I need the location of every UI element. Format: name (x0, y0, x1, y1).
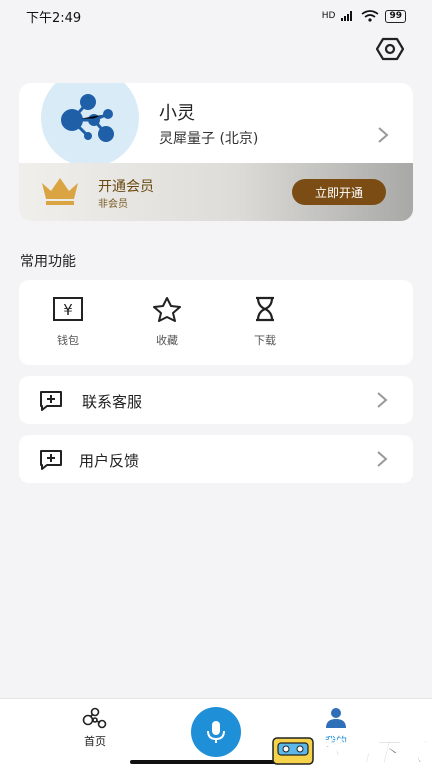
contact-support-item[interactable]: 联系客服 (19, 376, 413, 424)
star-icon (153, 297, 181, 322)
feedback-item[interactable]: 用户反馈 (19, 435, 413, 483)
vip-title: 开通会员 (98, 179, 154, 195)
favorites-label: 收藏 (156, 334, 178, 347)
download-label: 下载 (254, 334, 276, 347)
favorites-button[interactable]: 收藏 (137, 296, 197, 348)
chat-plus-icon (40, 391, 62, 411)
microphone-icon (207, 721, 225, 743)
svg-text:¥: ¥ (63, 301, 73, 319)
hourglass-icon (256, 296, 274, 322)
avatar (41, 83, 139, 167)
settings-hexagon-icon (376, 37, 404, 61)
crown-icon (42, 178, 78, 205)
wallet-icon: ¥ (53, 297, 83, 321)
profile-name: 小灵 (159, 103, 195, 124)
contact-support-label: 联系客服 (82, 393, 143, 411)
open-vip-button[interactable]: 立即开通 (292, 179, 386, 205)
user-icon (326, 708, 346, 728)
section-title: 常用功能 (20, 254, 76, 270)
cassette-icon (272, 736, 314, 765)
voice-button[interactable] (191, 707, 241, 757)
wallet-label: 钱包 (57, 334, 79, 347)
vip-banner: 开通会员 非会员 立即开通 (19, 163, 413, 221)
watermark: 的后下载 (272, 732, 426, 768)
profile-company: 灵犀量子 (北京) (159, 131, 259, 147)
chevron-right-icon (377, 451, 388, 467)
battery-icon: 99 (385, 9, 406, 23)
nav-home-label: 首页 (84, 735, 106, 748)
signal-icon (341, 11, 353, 21)
download-button[interactable]: 下载 (235, 296, 295, 348)
signal-label: HD (321, 11, 336, 21)
home-logo-icon (82, 707, 107, 729)
chevron-right-icon (377, 392, 388, 408)
wifi-icon (361, 10, 379, 22)
profile-card[interactable]: 小灵 灵犀量子 (北京) 开通会员 非会员 立即开通 (19, 83, 413, 221)
chevron-right-icon[interactable] (375, 125, 391, 145)
status-bar: 下午2:49 HD 99 (0, 0, 432, 32)
vip-status: 非会员 (98, 199, 128, 210)
watermark-text: 的后下载 (317, 738, 427, 768)
logo-icon (61, 94, 114, 142)
feedback-label: 用户反馈 (79, 452, 140, 470)
chat-plus-icon (40, 450, 62, 470)
status-time: 下午2:49 (26, 10, 82, 26)
nav-home[interactable]: 首页 (70, 707, 120, 749)
common-functions-card: ¥ 钱包 收藏 下载 (19, 280, 413, 365)
wallet-button[interactable]: ¥ 钱包 (38, 296, 98, 348)
status-icons: HD 99 (321, 9, 406, 23)
settings-button[interactable] (374, 36, 406, 62)
